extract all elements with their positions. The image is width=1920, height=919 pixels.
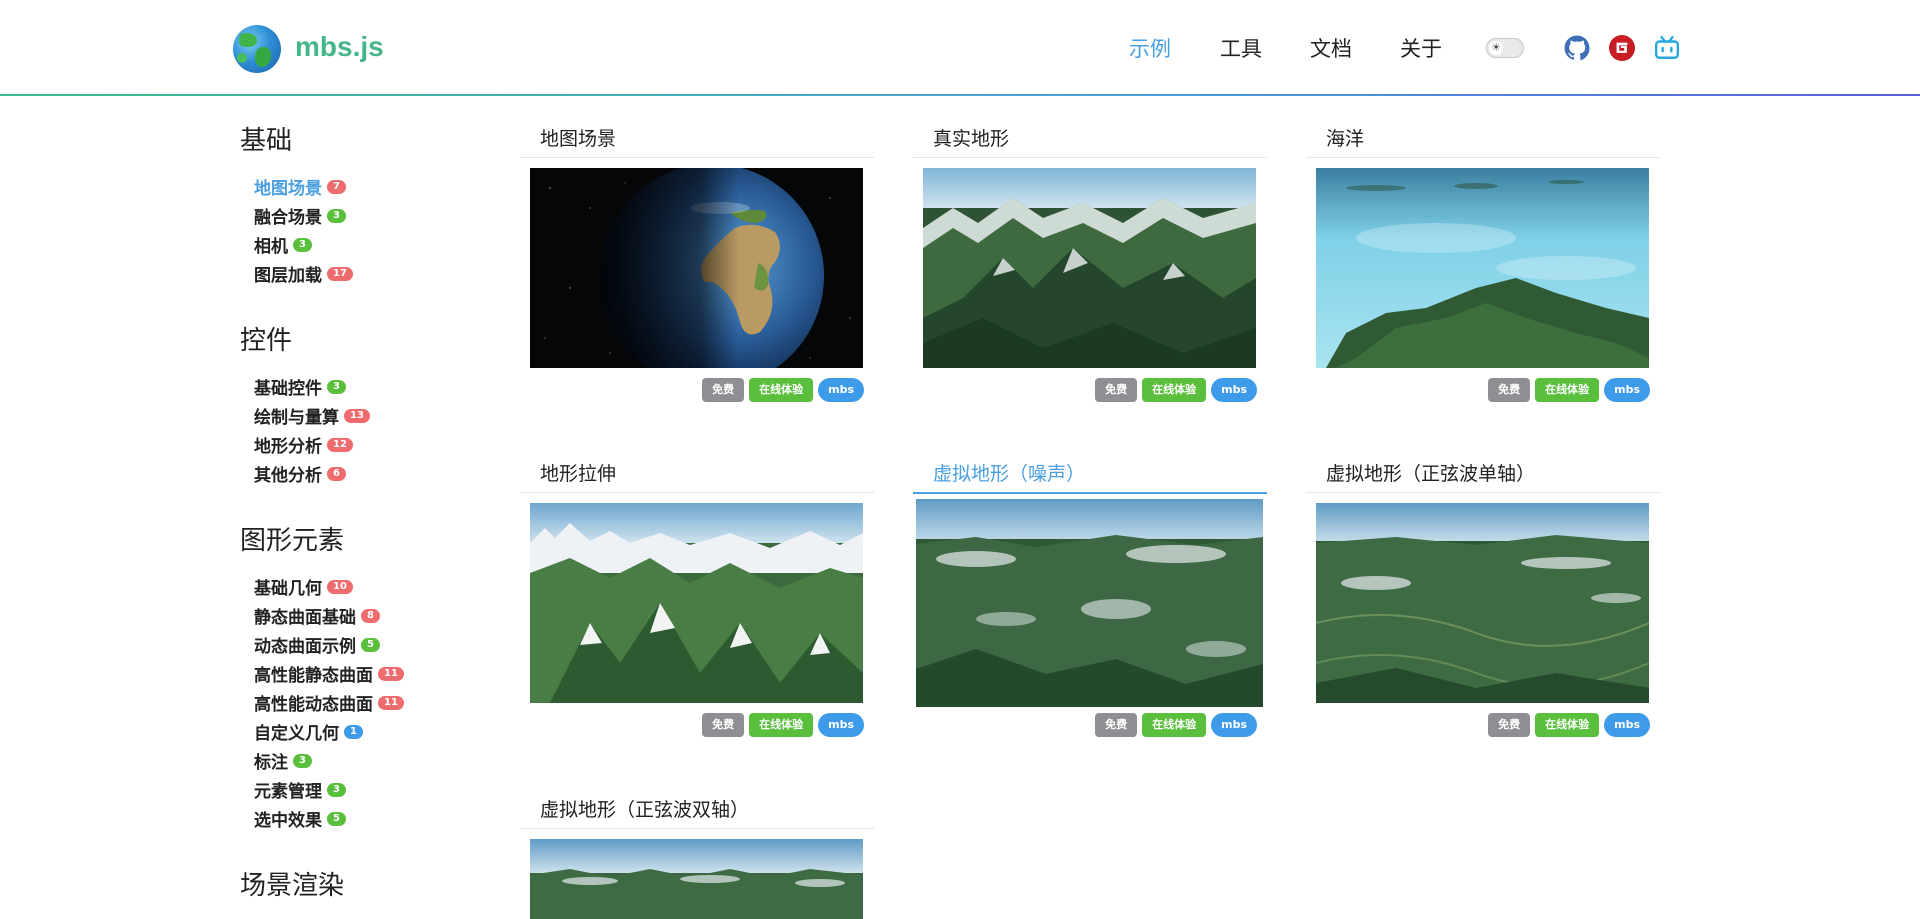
tag-mbs: mbs — [1211, 378, 1257, 402]
count-badge: 11 — [378, 695, 404, 710]
sidebar-item-selection-effect[interactable]: 选中效果 5 — [254, 806, 346, 831]
count-badge: 10 — [327, 579, 353, 594]
sidebar-item-static-surface[interactable]: 静态曲面基础 8 — [254, 603, 380, 628]
count-badge: 6 — [327, 466, 346, 481]
sidebar-item-fusion-scene[interactable]: 融合场景 3 — [254, 203, 346, 228]
sidebar-item-element-management[interactable]: 元素管理 3 — [254, 777, 346, 802]
sidebar-item-annotation[interactable]: 标注 3 — [254, 748, 312, 773]
count-badge: 1 — [344, 724, 363, 739]
card-tags: 免费 在线体验 mbs — [1095, 378, 1257, 402]
virtual-terrain-sine-single-thumbnail[interactable] — [1316, 503, 1649, 703]
mbs-logo-icon[interactable] — [233, 25, 281, 73]
nav-examples[interactable]: 示例 — [1129, 33, 1171, 63]
card-title[interactable]: 虚拟地形（噪声） — [933, 459, 1085, 486]
count-badge: 7 — [327, 179, 346, 194]
sun-icon: ☀ — [1489, 41, 1503, 55]
count-badge: 5 — [361, 637, 380, 652]
sidebar-item-camera[interactable]: 相机 3 — [254, 232, 312, 257]
card-tags: 免费 在线体验 mbs — [702, 713, 864, 737]
card-title[interactable]: 地图场景 — [540, 124, 616, 151]
virtual-terrain-sine-dual-thumbnail[interactable] — [530, 839, 863, 919]
card-title[interactable]: 虚拟地形（正弦波双轴） — [540, 795, 749, 822]
sidebar-item-basic-geometry[interactable]: 基础几何 10 — [254, 574, 353, 599]
sidebar-item-custom-geometry[interactable]: 自定义几何 1 — [254, 719, 363, 744]
count-badge: 3 — [293, 237, 312, 252]
card-title[interactable]: 虚拟地形（正弦波单轴） — [1326, 459, 1535, 486]
bilibili-icon[interactable] — [1654, 35, 1680, 61]
nav-docs[interactable]: 文档 — [1310, 33, 1352, 63]
terrain-thumbnail[interactable] — [923, 168, 1256, 368]
gitee-icon[interactable] — [1609, 35, 1635, 61]
card-title[interactable]: 海洋 — [1326, 124, 1364, 151]
earth-thumbnail[interactable] — [530, 168, 863, 368]
card-tags: 免费 在线体验 mbs — [1488, 378, 1650, 402]
card-title[interactable]: 地形拉伸 — [540, 459, 616, 486]
tag-online-demo[interactable]: 在线体验 — [1142, 378, 1207, 402]
sidebar-item-other-analysis[interactable]: 其他分析 6 — [254, 461, 346, 486]
tag-mbs: mbs — [1211, 713, 1257, 737]
tag-online-demo[interactable]: 在线体验 — [749, 378, 814, 402]
tag-mbs: mbs — [818, 713, 864, 737]
card-title[interactable]: 真实地形 — [933, 124, 1009, 151]
theme-toggle[interactable]: ☀ — [1486, 38, 1524, 58]
count-badge: 3 — [327, 379, 346, 394]
tag-free: 免费 — [1488, 378, 1531, 402]
tag-mbs: mbs — [1604, 378, 1650, 402]
sidebar-item-map-scene[interactable]: 地图场景 7 — [254, 174, 346, 199]
count-badge: 12 — [327, 437, 353, 452]
tag-free: 免费 — [1488, 713, 1531, 737]
count-badge: 5 — [327, 811, 346, 826]
count-badge: 3 — [293, 753, 312, 768]
top-header: mbs.js 示例 工具 文档 关于 ☀ — [0, 0, 1920, 94]
sidebar-item-hp-dynamic-surface[interactable]: 高性能动态曲面 11 — [254, 690, 404, 715]
card-tags: 免费 在线体验 mbs — [1488, 713, 1650, 737]
tag-free: 免费 — [1095, 713, 1138, 737]
tag-online-demo[interactable]: 在线体验 — [1535, 378, 1600, 402]
count-badge: 13 — [344, 408, 370, 423]
card-tags: 免费 在线体验 mbs — [702, 378, 864, 402]
tag-mbs: mbs — [818, 378, 864, 402]
count-badge: 17 — [327, 266, 353, 281]
sidebar-item-dynamic-surface[interactable]: 动态曲面示例 5 — [254, 632, 380, 657]
github-icon[interactable] — [1564, 35, 1590, 61]
sidebar-item-terrain-analysis[interactable]: 地形分析 12 — [254, 432, 353, 457]
card-tags: 免费 在线体验 mbs — [1095, 713, 1257, 737]
tag-free: 免费 — [1095, 378, 1138, 402]
sidebar-section-title: 场景渲染 — [240, 871, 345, 901]
sidebar-item-basic-controls[interactable]: 基础控件 3 — [254, 374, 346, 399]
sidebar-section-title: 基础 — [240, 126, 293, 156]
count-badge: 8 — [361, 608, 380, 623]
tag-free: 免费 — [702, 713, 745, 737]
sidebar-item-draw-measure[interactable]: 绘制与量算 13 — [254, 403, 370, 428]
virtual-terrain-noise-thumbnail[interactable] — [916, 499, 1263, 707]
header-divider — [0, 94, 1920, 96]
sidebar-item-hp-static-surface[interactable]: 高性能静态曲面 11 — [254, 661, 404, 686]
sidebar-section-title: 控件 — [240, 326, 293, 356]
nav-about[interactable]: 关于 — [1400, 33, 1442, 63]
brand-name[interactable]: mbs.js — [295, 31, 384, 63]
tag-online-demo[interactable]: 在线体验 — [1535, 713, 1600, 737]
tag-free: 免费 — [702, 378, 745, 402]
terrain-stretch-thumbnail[interactable] — [530, 503, 863, 703]
tag-online-demo[interactable]: 在线体验 — [1142, 713, 1207, 737]
tag-mbs: mbs — [1604, 713, 1650, 737]
nav-tools[interactable]: 工具 — [1220, 33, 1262, 63]
sidebar-section-title: 图形元素 — [240, 526, 345, 556]
sidebar-item-layer-loading[interactable]: 图层加载 17 — [254, 261, 353, 286]
count-badge: 3 — [327, 782, 346, 797]
count-badge: 3 — [327, 208, 346, 223]
ocean-thumbnail[interactable] — [1316, 168, 1649, 368]
count-badge: 11 — [378, 666, 404, 681]
tag-online-demo[interactable]: 在线体验 — [749, 713, 814, 737]
